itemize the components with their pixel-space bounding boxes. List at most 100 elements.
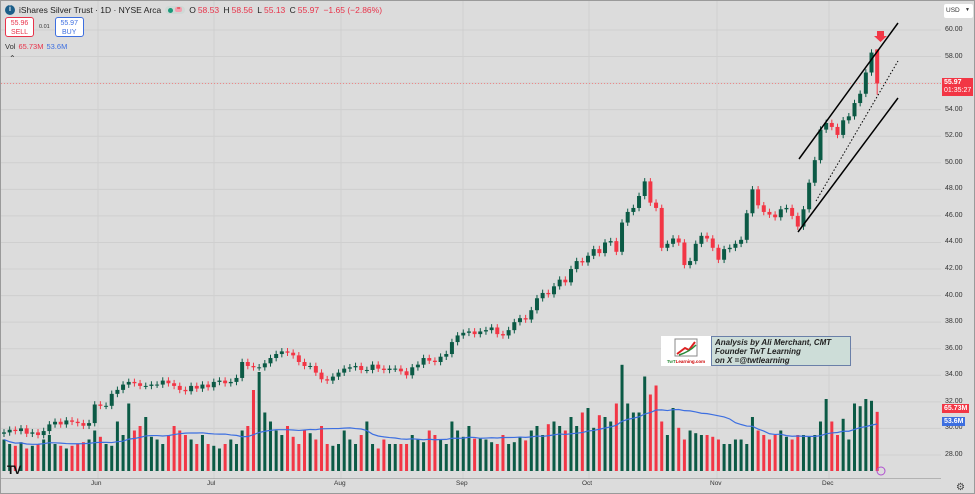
volume-bar xyxy=(813,435,817,471)
volume-bar xyxy=(745,444,749,471)
candle xyxy=(121,384,126,390)
candle xyxy=(586,255,591,263)
candle xyxy=(211,381,216,388)
price-tick: 42.00 xyxy=(945,265,963,273)
candle xyxy=(279,351,284,355)
volume-bar xyxy=(569,417,573,471)
price-tick: 38.00 xyxy=(945,318,963,326)
candle xyxy=(631,207,636,212)
price-tick: 46.00 xyxy=(945,211,963,219)
volume-bar xyxy=(416,439,420,471)
volume-bar xyxy=(648,394,652,471)
volume-bar xyxy=(371,444,375,471)
buy-button[interactable]: 55.97 BUY xyxy=(54,17,84,37)
candle xyxy=(807,182,812,210)
volume-bar xyxy=(115,421,119,471)
volume-tag: 65.73M xyxy=(942,404,970,413)
candle xyxy=(2,432,6,434)
volume-bar xyxy=(286,426,289,471)
candle xyxy=(841,120,846,135)
market-status[interactable]: = xyxy=(165,6,186,14)
volume-bar xyxy=(694,433,698,471)
volume-bar xyxy=(818,421,822,471)
candle xyxy=(200,384,205,389)
volume-bar xyxy=(637,412,641,471)
tradingview-logo[interactable]: TV xyxy=(7,463,21,477)
settings-gear-icon[interactable]: ⚙ xyxy=(956,482,965,493)
candle xyxy=(512,322,517,331)
symbol-header: i iShares Silver Trust · 1D · NYSE Arca … xyxy=(5,5,384,15)
sell-button[interactable]: 55.96 SELL xyxy=(5,17,34,37)
candle xyxy=(563,279,568,283)
volume-bar xyxy=(450,421,454,471)
symbol-title[interactable]: iShares Silver Trust · 1D · NYSE Arca xyxy=(19,5,161,15)
candle xyxy=(671,238,676,244)
candle xyxy=(160,380,165,385)
month-label: Aug xyxy=(334,480,346,487)
candle xyxy=(251,365,256,368)
candle xyxy=(659,207,664,248)
candle xyxy=(444,354,449,357)
volume-legend[interactable]: Vol 65.73M 53.6M xyxy=(5,42,67,51)
candle xyxy=(580,261,585,263)
month-label: Oct xyxy=(582,480,593,487)
volume-bar xyxy=(790,439,794,471)
volume-bar xyxy=(558,426,562,471)
candle xyxy=(138,383,143,386)
volume-bar xyxy=(342,430,346,471)
candle xyxy=(381,368,386,370)
volume-bar xyxy=(699,435,703,471)
volume-bar xyxy=(104,444,108,471)
candle xyxy=(296,355,301,362)
volume-bar xyxy=(359,435,363,471)
candle xyxy=(852,103,857,117)
volume-ma-tag: 53.6M xyxy=(942,417,966,426)
volume-bar xyxy=(620,364,624,471)
candle xyxy=(489,327,494,331)
chart-logo-icon xyxy=(674,338,698,357)
candle xyxy=(427,358,432,361)
volume-bar xyxy=(501,435,505,471)
candle xyxy=(228,381,233,384)
candle xyxy=(551,286,556,295)
volume-bar xyxy=(376,448,380,471)
price-chart[interactable] xyxy=(1,1,941,479)
candle xyxy=(308,365,313,367)
volume-bar xyxy=(518,436,522,471)
volume-bar xyxy=(552,421,556,471)
candle xyxy=(750,189,755,214)
volume-bar xyxy=(433,435,437,471)
volume-bar xyxy=(512,442,516,471)
price-tick: 54.00 xyxy=(945,105,963,113)
candle xyxy=(115,389,120,394)
candle xyxy=(739,239,744,244)
volume-bar xyxy=(132,430,136,471)
volume-bar xyxy=(733,439,737,471)
currency-select[interactable]: USD ▼ xyxy=(944,4,973,18)
candle xyxy=(466,331,471,333)
volume-bar xyxy=(64,448,68,471)
volume-bar xyxy=(716,439,720,471)
volume-bar xyxy=(53,444,57,471)
volume-bar xyxy=(217,448,221,471)
candle xyxy=(756,189,761,206)
market-open-icon xyxy=(168,8,174,13)
author-annotation[interactable]: TwTLearning.com Analysis by Ali Merchant… xyxy=(661,336,851,366)
volume-bar xyxy=(473,438,477,471)
candle xyxy=(359,365,364,370)
volume-bar xyxy=(178,430,182,471)
candle xyxy=(773,214,778,218)
volume-bar xyxy=(597,415,601,471)
candle xyxy=(540,292,545,299)
volume-bar xyxy=(257,372,261,471)
volume-bar xyxy=(682,439,686,471)
candle xyxy=(58,421,63,425)
volume-bar xyxy=(660,421,664,471)
volume-bar xyxy=(59,445,63,471)
candle xyxy=(177,385,182,390)
candle xyxy=(36,432,41,436)
candle xyxy=(676,238,681,243)
collapse-legend-icon[interactable]: ⌃ xyxy=(9,54,16,63)
price-tick: 60.00 xyxy=(945,26,963,33)
candle xyxy=(342,368,347,373)
